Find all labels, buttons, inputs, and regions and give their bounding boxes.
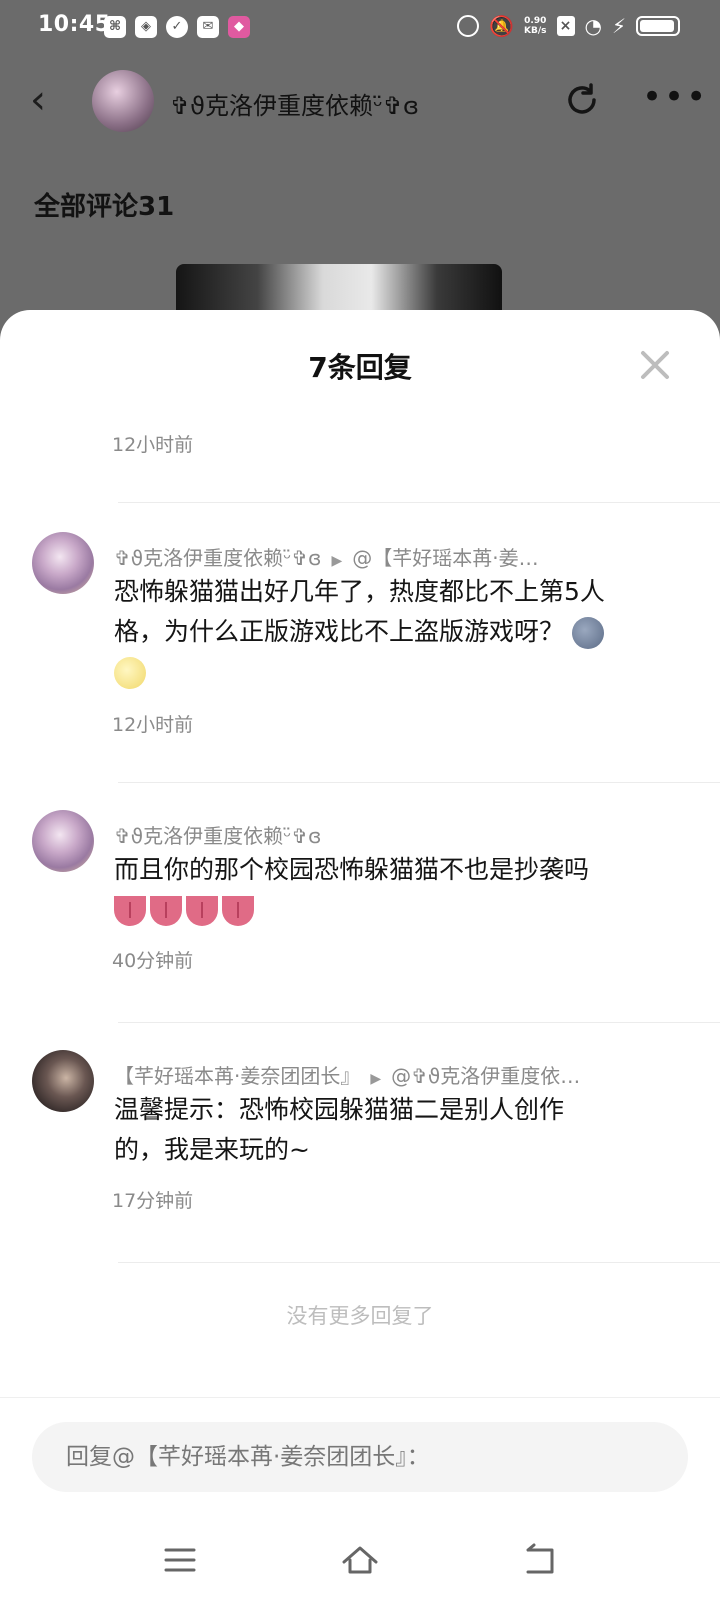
tongue-emoji-icon	[114, 896, 146, 926]
replies-sheet: 7条回复 12小时前 ✞ϑ克洛伊重度依赖ᵕ̈✞ɞ ▶ @【芊好瑶本苒·姜… 恐怖躲猫…	[0, 310, 720, 1600]
app-badge-icon: ◆	[228, 16, 250, 38]
battery-level	[640, 20, 675, 32]
reply-time: 12小时前	[112, 714, 194, 736]
reply-input[interactable]	[32, 1422, 688, 1492]
divider	[118, 1022, 720, 1023]
reply-text-line: 而且你的那个校园恐怖躲猫猫不也是抄袭吗	[114, 855, 590, 884]
notification-icons: ⌘ ◈ ✓ ✉ ◆	[104, 16, 250, 38]
avatar[interactable]	[92, 70, 154, 132]
tongue-emoji-icon	[150, 896, 182, 926]
reply-arrow-icon: ▶	[370, 1071, 382, 1087]
reply-time: 40分钟前	[112, 950, 194, 972]
reply-text-line: 的，我是来玩的~	[114, 1135, 310, 1164]
network-speed-value: 0.90	[524, 16, 547, 26]
app-notification-icon: ⌘	[104, 16, 126, 38]
close-icon[interactable]	[638, 348, 672, 382]
reply-arrow-icon: ▶	[331, 553, 343, 569]
back-nav-icon[interactable]	[520, 1540, 560, 1580]
reply-author[interactable]: 【芊好瑶本苒·姜奈团团长』	[114, 1064, 360, 1088]
reply-time: 12小时前	[112, 434, 194, 456]
header-username[interactable]: ✞ϑ克洛伊重度依赖ᵕ̈✞ɞ	[170, 86, 419, 121]
status-right: 🔕 0.90 KB/s × ◔ ⚡	[457, 14, 680, 38]
charging-icon: ⚡	[611, 14, 626, 38]
system-navigation-bar	[0, 1520, 720, 1600]
home-icon[interactable]	[340, 1540, 380, 1580]
alarm-icon	[457, 15, 480, 37]
full-moon-face-emoji-icon	[114, 657, 146, 689]
mute-icon: 🔕	[489, 14, 515, 38]
reply-author[interactable]: ✞ϑ克洛伊重度依赖ᵕ̈✞ɞ	[114, 824, 321, 848]
emoji-row	[114, 890, 674, 930]
menu-icon[interactable]	[160, 1540, 200, 1580]
reply-meta: ✞ϑ克洛伊重度依赖ᵕ̈✞ɞ ▶ @【芊好瑶本苒·姜…	[114, 542, 539, 571]
check-icon: ✓	[166, 16, 188, 38]
input-divider	[0, 1397, 720, 1398]
tongue-emoji-icon	[186, 896, 218, 926]
reply-target[interactable]: @✞ϑ克洛伊重度依…	[391, 1064, 580, 1088]
reply-author[interactable]: ✞ϑ克洛伊重度依赖ᵕ̈✞ɞ	[114, 546, 321, 570]
status-bar: 10:45 ⌘ ◈ ✓ ✉ ◆ 🔕 0.90 KB/s × ◔ ⚡	[0, 0, 720, 56]
reply-text[interactable]: 恐怖躲猫猫出好几年了，热度都比不上第5人 格，为什么正版游戏比不上盗版游戏呀？	[114, 572, 674, 692]
mail-icon: ✉	[197, 16, 219, 38]
avatar[interactable]	[32, 532, 94, 594]
reply-meta: ✞ϑ克洛伊重度依赖ᵕ̈✞ɞ	[114, 820, 321, 849]
more-icon[interactable]: •••	[642, 80, 708, 114]
divider	[118, 1262, 720, 1263]
reply-text-line: 格，为什么正版游戏比不上盗版游戏呀？	[114, 617, 565, 646]
sim-off-icon: ×	[556, 16, 575, 36]
comment-count-heading: 全部评论31	[34, 192, 175, 222]
avatar[interactable]	[32, 810, 94, 872]
sheet-title: 7条回复	[308, 351, 412, 384]
divider	[118, 782, 720, 783]
network-speed: 0.90 KB/s	[524, 16, 546, 36]
refresh-icon[interactable]	[562, 80, 602, 120]
new-moon-face-emoji-icon	[571, 617, 604, 649]
reply-text[interactable]: 温馨提示：恐怖校园躲猫猫二是别人创作 的，我是来玩的~	[114, 1090, 674, 1170]
wifi-icon: ◔	[584, 14, 602, 38]
tongue-emoji-icon	[222, 896, 254, 926]
reply-text-line: 温馨提示：恐怖校园躲猫猫二是别人创作	[114, 1095, 565, 1124]
battery-icon	[636, 16, 680, 36]
reply-target[interactable]: @【芊好瑶本苒·姜…	[352, 546, 538, 570]
no-more-replies: 没有更多回复了	[286, 1304, 434, 1328]
reply-text[interactable]: 而且你的那个校园恐怖躲猫猫不也是抄袭吗	[114, 850, 674, 930]
android-icon: ◈	[135, 16, 157, 38]
reply-time: 17分钟前	[112, 1190, 194, 1212]
divider	[118, 502, 720, 503]
back-icon[interactable]: ‹	[30, 80, 60, 120]
status-time: 10:45	[38, 12, 111, 37]
reply-text-line: 恐怖躲猫猫出好几年了，热度都比不上第5人	[114, 577, 605, 606]
avatar[interactable]	[32, 1050, 94, 1112]
reply-meta: 【芊好瑶本苒·姜奈团团长』 ▶ @✞ϑ克洛伊重度依…	[114, 1060, 580, 1089]
network-speed-unit: KB/s	[524, 26, 547, 36]
